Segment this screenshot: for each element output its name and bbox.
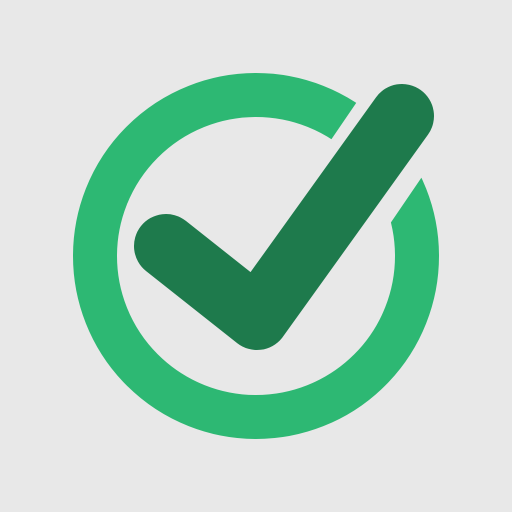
checkmark-circle-icon bbox=[73, 73, 439, 439]
app-icon-canvas bbox=[0, 0, 512, 512]
check-mark-shape bbox=[134, 84, 434, 350]
